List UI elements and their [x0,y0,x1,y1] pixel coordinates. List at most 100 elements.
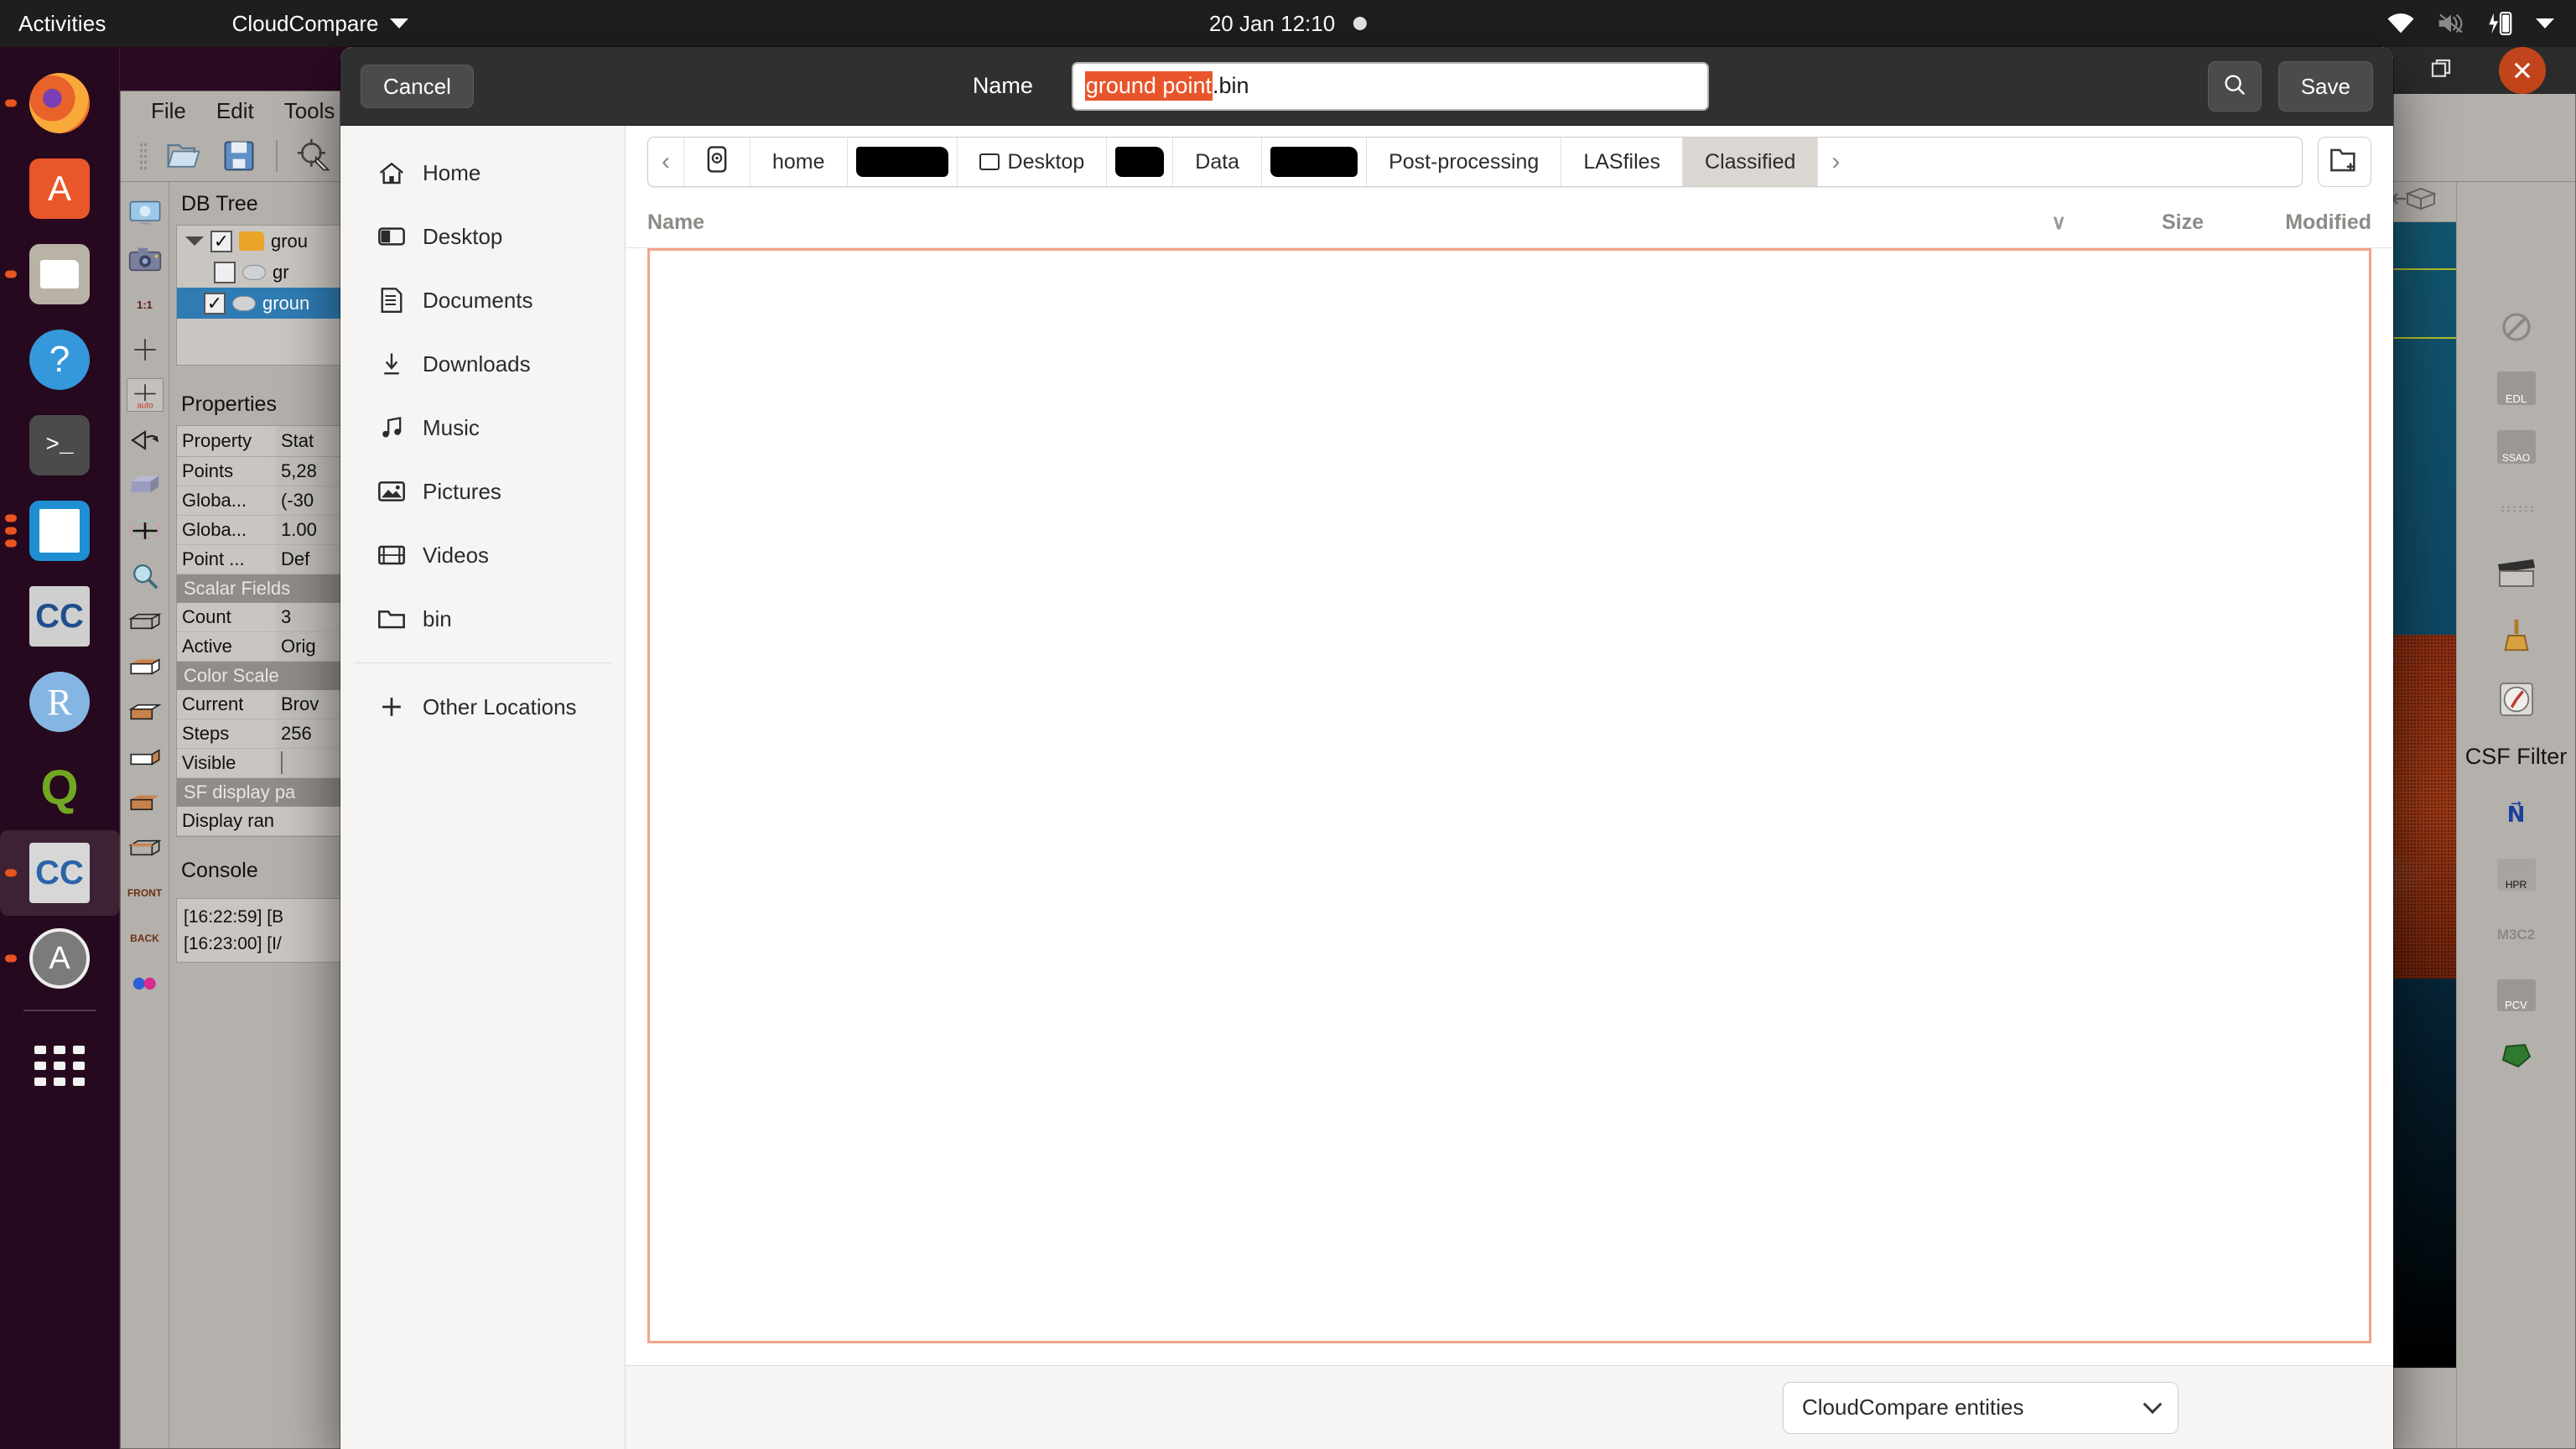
dock-item-rstudio[interactable]: R [0,659,120,745]
column-header-size[interactable]: Size [2095,210,2204,235]
dock-item-ubuntu-software[interactable]: A [0,146,120,231]
breadcrumb-post-processing[interactable]: Post-processing [1367,138,1562,186]
breadcrumb-redacted-3[interactable] [1262,138,1368,186]
scale-1-1-label[interactable]: 1:1 [127,288,164,321]
checkbox-checked-icon[interactable]: ✓ [210,230,232,252]
dock-item-terminal[interactable]: >_ [0,402,120,488]
view-right-icon[interactable] [127,786,164,819]
display-icon[interactable] [127,197,164,231]
toolbar-grip-icon[interactable] [139,141,147,170]
view-left-icon[interactable] [127,740,164,774]
breadcrumb-desktop[interactable]: Desktop [958,138,1108,186]
auto-crosshair-icon[interactable]: auto [126,378,164,412]
menu-tools[interactable]: Tools [284,98,335,124]
compass-icon[interactable] [2494,680,2539,719]
pcv-icon[interactable]: PCV [2496,979,2536,1011]
pathbar-row: ‹ home Desktop Data Post-processing LASf… [626,126,2393,198]
dock-item-libreoffice[interactable] [0,488,120,574]
broom-icon[interactable] [2494,616,2539,655]
save-button[interactable]: Save [2277,60,2373,112]
polygon-icon[interactable] [2494,1036,2539,1075]
breadcrumb-redacted-1[interactable] [848,138,958,186]
activities-button[interactable]: Activities [18,11,106,37]
sidebar-item-label: Other Locations [423,693,577,719]
file-list[interactable] [647,248,2371,1343]
view-bottom-icon[interactable] [127,695,164,729]
breadcrumb-lasfiles[interactable]: LASfiles [1561,138,1684,186]
rotate-icon[interactable] [127,423,164,457]
column-header-modified[interactable]: Modified [2204,210,2371,235]
ssao-icon[interactable]: SSAO [2496,430,2536,464]
box-icon[interactable] [127,469,164,502]
dialog-footer: CloudCompare entities [626,1365,2393,1449]
animation-icon[interactable] [2494,553,2539,591]
close-button[interactable] [2499,47,2546,94]
camera-icon[interactable] [127,242,164,276]
checkbox-checked-icon[interactable]: ✓ [204,292,226,314]
visible-checkbox[interactable] [281,751,283,774]
view-top-icon[interactable] [127,650,164,683]
breadcrumb-data[interactable]: Data [1173,138,1263,186]
column-header-name[interactable]: Name [647,210,2051,235]
pick-point-icon[interactable] [296,138,333,174]
filetype-dropdown[interactable]: CloudCompare entities [1783,1381,2179,1434]
toolbar-grip-icon[interactable] [2494,489,2539,527]
dock-item-files[interactable] [0,231,120,317]
expander-icon[interactable] [185,236,204,246]
app-menu-button[interactable]: CloudCompare [232,11,409,37]
menu-file[interactable]: File [151,98,186,124]
show-applications-button[interactable] [0,1023,120,1109]
sidebar-item-desktop[interactable]: Desktop [349,205,616,268]
dock-item-firefox[interactable] [0,60,120,146]
rstudio-icon: R [29,672,90,732]
hpr-icon[interactable]: HPR [2496,859,2536,891]
save-file-icon[interactable] [221,138,257,174]
menu-edit[interactable]: Edit [216,98,254,124]
sidebar-item-downloads[interactable]: Downloads [349,332,616,396]
dock-item-help[interactable]: ? [0,317,120,402]
view-iso1-icon[interactable] [127,605,164,638]
view-orientation-icon[interactable] [2391,187,2438,216]
breadcrumb-home[interactable]: home [750,138,848,186]
dock-item-cloudcompare[interactable]: CC [0,830,120,916]
colors-icon[interactable] [127,967,164,1000]
sidebar-item-bin[interactable]: bin [349,587,616,651]
restore-button[interactable] [2428,56,2454,86]
clock-button[interactable]: 20 Jan 12:10 [1209,11,1368,37]
sidebar-item-other-locations[interactable]: Other Locations [349,675,616,739]
view-front-icon[interactable]: FRONT [127,876,164,910]
sidebar-item-home[interactable]: Home [349,141,616,205]
no-filter-icon[interactable] [2494,308,2539,346]
zoom-icon[interactable] [127,559,164,593]
new-folder-button[interactable] [2318,137,2371,187]
dock-item-cloudcompare-viewer[interactable]: CC [0,574,120,659]
dock-item-ubuntu-software-alt[interactable]: A [0,916,120,1001]
sidebar-item-documents[interactable]: Documents [349,268,616,332]
checkbox-unchecked-icon[interactable] [214,261,236,283]
breadcrumb-redacted-2[interactable] [1107,138,1174,186]
m3c2-icon[interactable]: M3C2 [2494,916,2539,954]
crosshair-icon[interactable] [127,333,164,366]
dock-item-qgis[interactable]: Q [0,745,120,830]
sidebar-item-music[interactable]: Music [349,396,616,460]
csf-filter-label[interactable]: CSF Filter [2465,744,2568,770]
search-icon [2222,72,2247,101]
chevron-down-icon[interactable]: ∨ [2051,210,2066,235]
system-tray[interactable] [2386,0,2554,47]
view-back-icon[interactable]: BACK [127,922,164,955]
cancel-button[interactable]: Cancel [361,64,474,108]
system-menu-chevron-icon[interactable] [2536,18,2554,29]
view-iso2-icon[interactable] [127,831,164,865]
breadcrumb-classified[interactable]: Classified [1683,138,1819,186]
filename-input[interactable]: ground point .bin [1071,61,1709,111]
edl-icon[interactable]: EDL [2496,371,2536,405]
breadcrumb-back-button[interactable]: ‹ [648,138,684,186]
search-button[interactable] [2207,60,2262,112]
move-icon[interactable] [127,514,164,548]
breadcrumb-device-button[interactable] [684,138,750,186]
normals-icon[interactable]: N⃗ [2494,795,2539,834]
sidebar-item-videos[interactable]: Videos [349,523,616,587]
breadcrumb-forward-button[interactable]: › [1818,138,1853,186]
open-file-icon[interactable] [165,138,202,174]
sidebar-item-pictures[interactable]: Pictures [349,460,616,523]
